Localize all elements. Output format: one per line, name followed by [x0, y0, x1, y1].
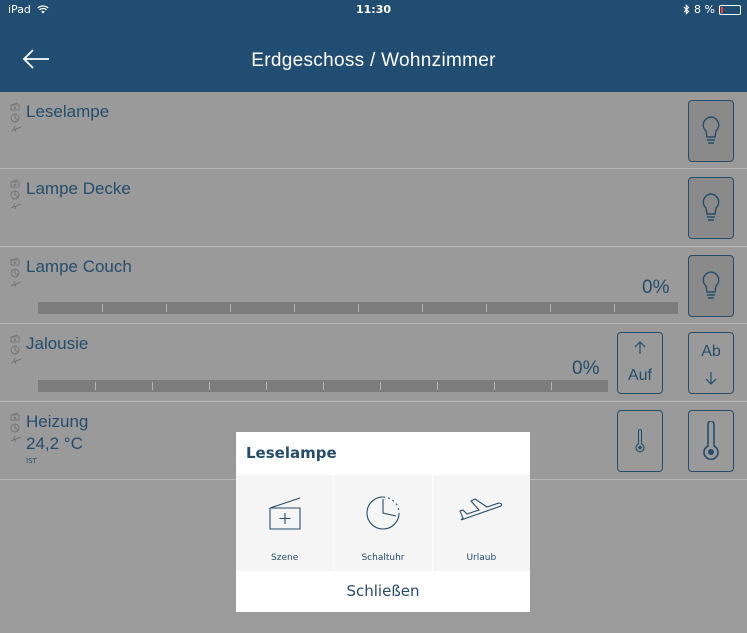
dialog-title: Leselampe — [246, 444, 337, 462]
clock-option[interactable]: Schaltuhr — [334, 475, 433, 571]
action-dialog: Leselampe Szene Schaltuhr Urlaub Schließ… — [236, 432, 530, 612]
slider-tick — [294, 304, 295, 312]
slider-tick — [102, 304, 103, 312]
slider-tick — [266, 382, 267, 390]
slider-tick — [230, 304, 231, 312]
blind-down-label: Ab — [701, 343, 721, 360]
light-bulb-icon — [702, 116, 720, 144]
slider-tick — [95, 382, 96, 390]
slider-tick — [358, 304, 359, 312]
dimmer-percent: 0% — [642, 277, 670, 298]
light-bulb-icon — [702, 271, 720, 299]
blind-slider[interactable] — [38, 380, 608, 392]
status-time: 11:30 — [355, 3, 391, 16]
slider-tick — [486, 304, 487, 312]
scene-icon — [269, 497, 301, 530]
plane-small-icon — [10, 202, 22, 210]
device-name[interactable]: Jalousie — [26, 334, 88, 354]
status-bar: iPad 11:30 8 % — [0, 0, 747, 20]
plane-small-icon — [10, 435, 22, 443]
device-name[interactable]: Lampe Couch — [26, 257, 132, 277]
light-toggle-button[interactable] — [688, 177, 734, 239]
slider-tick — [152, 382, 153, 390]
clock-small-icon — [10, 190, 20, 200]
slider-tick — [614, 304, 615, 312]
blind-percent: 0% — [572, 358, 600, 379]
scene-small-icon — [10, 412, 20, 421]
plane-small-icon — [10, 280, 22, 288]
device-name[interactable]: Leselampe — [26, 102, 109, 122]
slider-tick — [422, 304, 423, 312]
arrow-down-icon — [705, 372, 717, 385]
vacation-option[interactable]: Urlaub — [433, 475, 530, 571]
blind-up-button[interactable]: Auf — [617, 332, 663, 394]
device-row-leselampe: Leselampe — [0, 92, 747, 169]
thermometer-small-icon — [635, 429, 645, 453]
clock-small-icon — [10, 345, 20, 355]
device-row-lampe-couch: Lampe Couch 0% — [0, 247, 747, 324]
dimmer-slider[interactable] — [38, 302, 678, 314]
scene-small-icon — [10, 179, 20, 188]
light-toggle-button[interactable] — [688, 100, 734, 162]
close-button[interactable]: Schließen — [236, 571, 530, 612]
slider-tick — [550, 304, 551, 312]
slider-tick — [380, 382, 381, 390]
battery-percent: 8 % — [694, 3, 715, 16]
dialog-options: Szene Schaltuhr Urlaub — [236, 475, 530, 571]
clock-small-icon — [10, 113, 20, 123]
slider-tick — [323, 382, 324, 390]
device-name[interactable]: Heizung — [26, 412, 88, 432]
plane-small-icon — [10, 125, 22, 133]
clock-small-icon — [10, 268, 20, 278]
clock-option-label: Schaltuhr — [361, 553, 405, 563]
temperature-sub-label: IST — [26, 457, 37, 465]
temperature-value: 24,2 °C — [26, 434, 83, 453]
scene-small-icon — [10, 334, 20, 343]
blind-up-label: Auf — [627, 367, 652, 384]
thermometer-large-icon — [703, 421, 719, 461]
device-name[interactable]: Lampe Decke — [26, 179, 131, 199]
blind-down-button[interactable]: Ab — [688, 332, 734, 394]
arrow-up-icon — [634, 341, 646, 354]
slider-tick — [166, 304, 167, 312]
slider-tick — [209, 382, 210, 390]
battery-icon — [719, 4, 741, 15]
scene-small-icon — [10, 257, 20, 266]
nav-bar: Erdgeschoss / Wohnzimmer — [0, 20, 747, 92]
scene-option[interactable]: Szene — [236, 475, 335, 571]
slider-tick — [494, 382, 495, 390]
slider-tick — [437, 382, 438, 390]
device-row-lampe-decke: Lampe Decke — [0, 169, 747, 247]
page-title: Erdgeschoss / Wohnzimmer — [251, 50, 496, 71]
status-right: 8 % — [683, 3, 741, 16]
temperature-down-button[interactable] — [617, 410, 663, 472]
clock-small-icon — [10, 423, 20, 433]
light-toggle-button[interactable] — [688, 255, 734, 317]
light-bulb-icon — [702, 193, 720, 221]
vacation-option-label: Urlaub — [466, 553, 497, 563]
bluetooth-icon — [683, 4, 690, 15]
scene-option-label: Szene — [271, 553, 299, 563]
clock-icon — [366, 496, 400, 530]
scene-small-icon — [10, 102, 20, 111]
device-row-jalousie: Jalousie 0% Auf Ab — [0, 324, 747, 402]
plane-icon — [459, 498, 503, 521]
plane-small-icon — [10, 357, 22, 365]
slider-tick — [551, 382, 552, 390]
temperature-up-button[interactable] — [688, 410, 734, 472]
